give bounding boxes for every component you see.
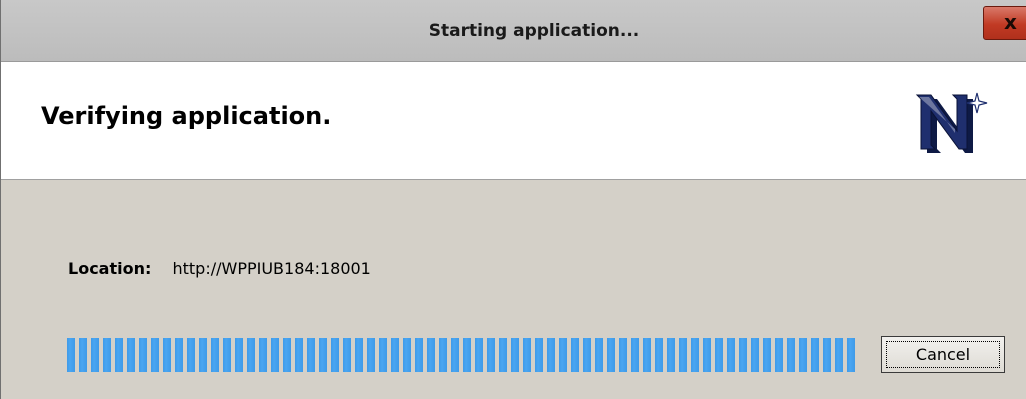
application-logo-icon: [915, 92, 988, 153]
progress-fill: [67, 338, 855, 372]
page-title: Verifying application.: [41, 102, 332, 130]
progress-bar: [67, 338, 855, 372]
cancel-button[interactable]: Cancel: [881, 336, 1005, 373]
window-title: Starting application...: [428, 21, 640, 41]
startup-dialog: Starting application... x Verifying appl…: [0, 0, 1026, 399]
cancel-button-label: Cancel: [915, 345, 971, 364]
title-bar[interactable]: Starting application... x: [1, 0, 1026, 62]
location-row: Location: http://WPPIUB184:18001: [68, 259, 371, 278]
location-label: Location:: [68, 259, 152, 278]
close-icon: x: [1004, 10, 1017, 34]
close-button[interactable]: x: [983, 6, 1026, 40]
location-value: http://WPPIUB184:18001: [172, 259, 371, 278]
header-panel: Verifying application.: [1, 62, 1026, 180]
